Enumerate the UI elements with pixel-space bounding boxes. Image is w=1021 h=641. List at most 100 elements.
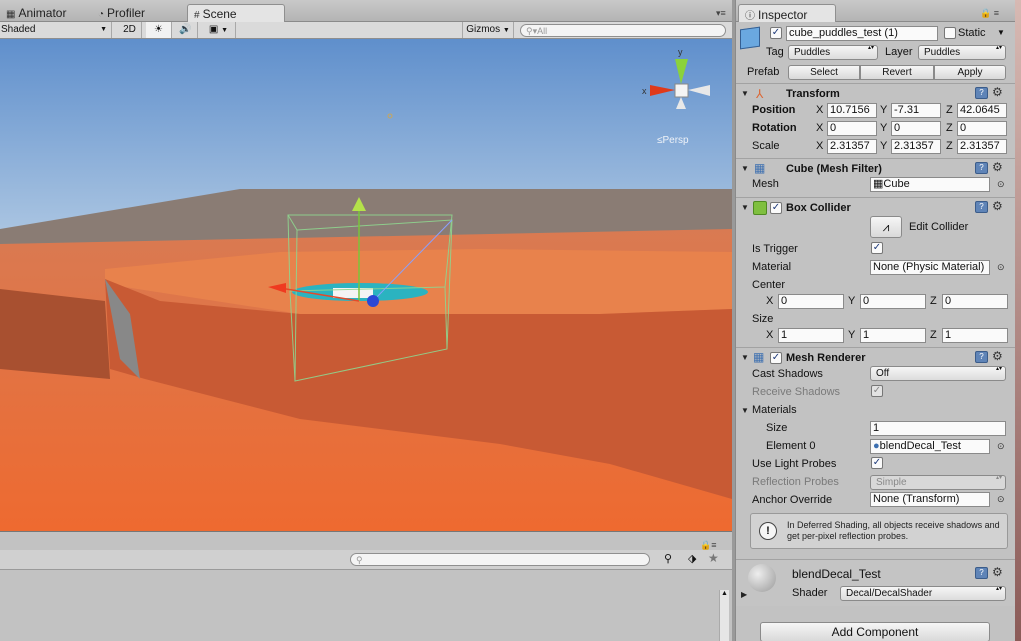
position-y-field[interactable]: -7.31 [891, 103, 941, 118]
tab-inspector[interactable]: ⓘ Inspector [738, 4, 836, 22]
help-book-icon[interactable]: ? [975, 162, 988, 174]
rotation-y-field[interactable]: 0 [891, 121, 941, 136]
center-y-field[interactable]: 0 [860, 294, 926, 309]
active-checkbox[interactable]: ✓ [770, 27, 782, 39]
size-z-field[interactable]: 1 [942, 328, 1008, 343]
mesh-object-field[interactable]: ▦Cube [870, 177, 990, 192]
effects-dropdown[interactable]: ▣ ▼ [202, 22, 236, 38]
is-trigger-checkbox[interactable]: ✓ [871, 242, 883, 254]
audio-toggle[interactable]: 🔊 [174, 22, 198, 38]
tag-dropdown[interactable]: Puddles [788, 45, 878, 60]
settings-gear-icon[interactable]: ⚙ [992, 160, 1003, 174]
foldout-open-icon[interactable]: ▼ [741, 353, 749, 362]
size-y-field[interactable]: 1 [860, 328, 926, 343]
settings-gear-icon[interactable]: ⚙ [992, 565, 1003, 579]
gizmo-center-cube[interactable] [674, 83, 689, 98]
settings-gear-icon[interactable]: ⚙ [992, 199, 1003, 213]
prefab-revert-button[interactable]: Revert [860, 65, 934, 80]
scroll-up-icon[interactable]: ▲ [720, 590, 729, 597]
materials-size-field[interactable]: 1 [870, 421, 1006, 436]
rotation-x-field[interactable]: 0 [827, 121, 877, 136]
y-label: Y [880, 104, 888, 116]
scale-z-field[interactable]: 2.31357 [957, 139, 1007, 154]
help-book-icon[interactable]: ? [975, 87, 988, 99]
shading-mode-label: Shaded [1, 24, 36, 35]
z-axis-handle-icon[interactable] [367, 295, 379, 307]
bottom-scrollbar[interactable]: ▲ [719, 590, 729, 641]
favorite-star-icon[interactable]: ★ [708, 551, 719, 565]
cast-shadows-dropdown[interactable]: Off [870, 366, 1006, 381]
filter-type-icon[interactable]: ⚲ [664, 552, 672, 565]
layer-dropdown[interactable]: Puddles [918, 45, 1006, 60]
inspector-lock-icon[interactable]: 🔒 ≡ [980, 8, 999, 19]
foldout-open-icon[interactable]: ▼ [741, 164, 749, 173]
dropdown-arrow-icon: ▼ [502, 27, 510, 34]
object-picker-icon[interactable]: ⊙ [997, 441, 1005, 452]
mode-2d-button[interactable]: 2D [118, 22, 142, 38]
help-book-icon[interactable]: ? [975, 201, 988, 213]
position-x-field[interactable]: 10.7156 [827, 103, 877, 118]
center-z-field[interactable]: 0 [942, 294, 1008, 309]
materials-label[interactable]: Materials [752, 402, 797, 418]
box-collider-header[interactable]: ▼ ✓ Box Collider ? ⚙ [736, 197, 1016, 217]
filter-label-icon[interactable]: ⬗ [688, 552, 696, 565]
transform-title: Transform [786, 88, 840, 100]
tab-profiler[interactable]: ◔ Profiler [92, 4, 151, 22]
foldout-open-icon[interactable]: ▼ [741, 89, 749, 98]
box-collider-enabled-checkbox[interactable]: ✓ [770, 202, 782, 214]
persp-label[interactable]: ≤Persp [657, 135, 689, 146]
light-probes-label: Use Light Probes [752, 458, 837, 470]
scene-search-input[interactable]: ⚲▾All [520, 24, 726, 37]
box-collider-title: Box Collider [786, 202, 851, 214]
mesh-renderer-header[interactable]: ▼ ▦ ✓ Mesh Renderer ? ⚙ [736, 347, 1016, 367]
edit-collider-button[interactable]: ⩘ [870, 216, 902, 238]
static-dropdown-icon[interactable]: ▼ [997, 28, 1005, 37]
project-search-input[interactable]: ⚲ [350, 553, 650, 566]
position-z-field[interactable]: 42.0645 [957, 103, 1007, 118]
scene-toolbar: Shaded ▼ 2D ☀ 🔊 ▣ ▼ Gizmos ▼ ⚲▾All [0, 22, 732, 39]
scale-x-field[interactable]: 2.31357 [827, 139, 877, 154]
reflection-probes-dropdown: Simple [870, 475, 1006, 490]
gizmos-label: Gizmos [466, 24, 501, 35]
tab-scene[interactable]: # Scene [187, 4, 285, 22]
deferred-info-box: ! In Deferred Shading, all objects recei… [750, 513, 1008, 549]
shading-mode-dropdown[interactable]: Shaded ▼ [0, 22, 112, 38]
mesh-filter-header[interactable]: ▼ ▦ Cube (Mesh Filter) ? ⚙ [736, 158, 1016, 178]
panel-menu-icon[interactable]: ▾≡ [716, 8, 726, 19]
physic-material-field[interactable]: None (Physic Material) [870, 260, 990, 275]
transform-header[interactable]: ▼ ⅄ Transform ? ⚙ [736, 83, 1016, 103]
lighting-toggle[interactable]: ☀ [146, 22, 172, 38]
foldout-open-icon[interactable]: ▼ [741, 203, 749, 212]
foldout-closed-icon[interactable]: ▶ [741, 590, 747, 599]
scene-render[interactable]: x y ≤Persp [0, 39, 732, 531]
object-name-field[interactable]: cube_puddles_test (1) [786, 26, 938, 41]
light-probes-checkbox[interactable]: ✓ [871, 457, 883, 469]
prefab-select-button[interactable]: Select [788, 65, 860, 80]
object-picker-icon[interactable]: ⊙ [997, 179, 1005, 190]
size-x-field[interactable]: 1 [778, 328, 844, 343]
object-picker-icon[interactable]: ⊙ [997, 494, 1005, 505]
y-label: Y [848, 329, 856, 341]
rotation-z-field[interactable]: 0 [957, 121, 1007, 136]
center-x-field[interactable]: 0 [778, 294, 844, 309]
element0-material-field[interactable]: ●blendDecal_Test [870, 439, 990, 454]
gizmos-dropdown[interactable]: Gizmos ▼ [462, 22, 514, 38]
settings-gear-icon[interactable]: ⚙ [992, 85, 1003, 99]
foldout-open-icon[interactable]: ▼ [741, 406, 749, 415]
help-book-icon[interactable]: ? [975, 567, 988, 579]
mesh-filter-title: Cube (Mesh Filter) [786, 163, 882, 175]
scale-label: Scale [752, 140, 780, 152]
static-checkbox[interactable] [944, 27, 956, 39]
mesh-renderer-enabled-checkbox[interactable]: ✓ [770, 352, 782, 364]
prefab-apply-button[interactable]: Apply [934, 65, 1006, 80]
help-book-icon[interactable]: ? [975, 351, 988, 363]
anchor-override-field[interactable]: None (Transform) [870, 492, 990, 507]
desktop-background-strip [1015, 0, 1021, 641]
scale-y-field[interactable]: 2.31357 [891, 139, 941, 154]
shader-dropdown[interactable]: Decal/DecalShader [840, 586, 1006, 601]
tab-animator[interactable]: ▦ Animator [0, 4, 72, 22]
scene-viewport[interactable]: x y ≤Persp [0, 39, 732, 531]
add-component-button[interactable]: Add Component [760, 622, 990, 641]
settings-gear-icon[interactable]: ⚙ [992, 349, 1003, 363]
object-picker-icon[interactable]: ⊙ [997, 262, 1005, 273]
